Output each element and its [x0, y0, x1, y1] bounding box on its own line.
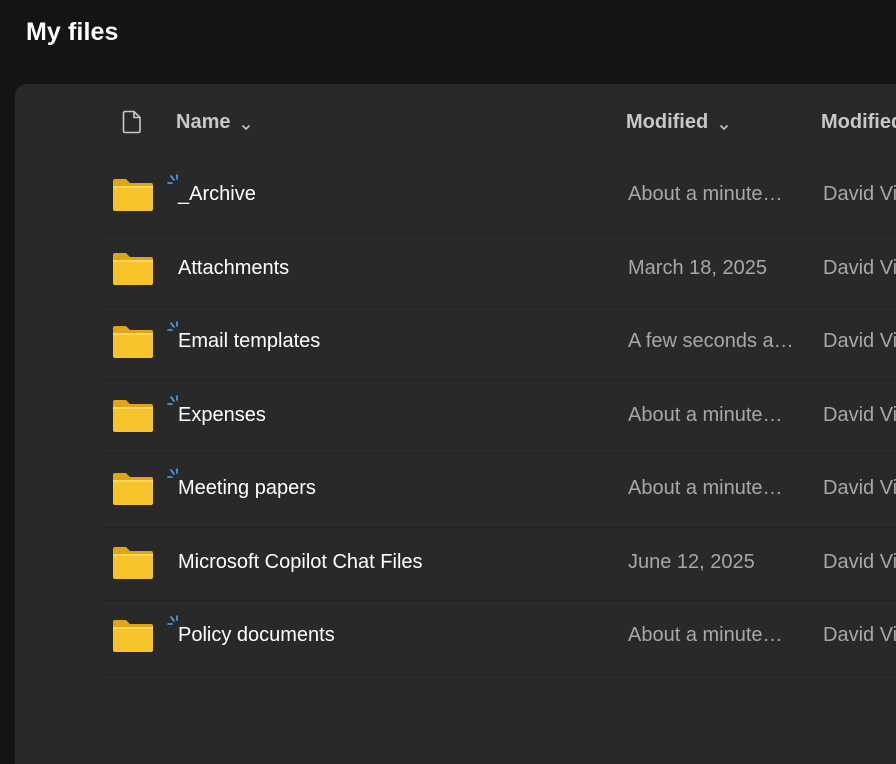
- file-type-icon[interactable]: [121, 110, 143, 134]
- file-name[interactable]: Meeting papers: [178, 477, 316, 500]
- file-row[interactable]: Email templates A few seconds a… David Vi: [105, 307, 896, 381]
- file-modified: June 12, 2025: [628, 550, 755, 573]
- file-row[interactable]: _Archive About a minute… David Vi: [105, 160, 896, 234]
- file-modified-by: David Vi: [823, 624, 896, 646]
- file-name[interactable]: Expenses: [178, 404, 266, 427]
- folder-icon: [111, 325, 155, 359]
- folder-icon: [111, 252, 155, 286]
- file-modified: About a minute…: [628, 624, 783, 646]
- column-header-name-label: Name: [176, 110, 231, 133]
- file-modified-by: David Vi: [823, 403, 896, 426]
- file-list-panel: Name Modified Modified By _Archive About …: [15, 84, 896, 764]
- file-modified-by: David Vi: [823, 330, 896, 352]
- file-modified: About a minute…: [628, 403, 783, 426]
- column-header-modified[interactable]: Modified: [626, 110, 730, 134]
- column-header-name[interactable]: Name: [176, 110, 252, 134]
- column-header-modified-by[interactable]: Modified By: [821, 110, 896, 134]
- file-row[interactable]: Expenses About a minute… David Vi: [105, 381, 896, 454]
- file-modified-by: David Vi: [823, 183, 896, 205]
- file-modified-by: David Vi: [823, 256, 896, 279]
- page-title: My files: [26, 18, 119, 46]
- folder-icon: [111, 619, 155, 653]
- file-name[interactable]: Policy documents: [178, 624, 335, 647]
- column-header-modified-label: Modified: [626, 110, 709, 133]
- chevron-down-icon: [718, 116, 730, 131]
- file-name[interactable]: Microsoft Copilot Chat Files: [178, 551, 423, 574]
- file-row[interactable]: Policy documents About a minute… David Vi: [105, 601, 896, 675]
- file-modified: About a minute…: [628, 183, 783, 205]
- file-modified: March 18, 2025: [628, 256, 767, 279]
- folder-icon: [111, 178, 155, 212]
- file-row[interactable]: Microsoft Copilot Chat Files June 12, 202…: [105, 528, 896, 601]
- file-modified: About a minute…: [628, 477, 783, 499]
- chevron-down-icon: [240, 116, 252, 131]
- column-header-row: Name Modified Modified By: [15, 84, 896, 160]
- file-name[interactable]: Email templates: [178, 330, 320, 353]
- file-row[interactable]: Meeting papers About a minute… David Vi: [105, 454, 896, 528]
- file-modified: A few seconds a…: [628, 330, 794, 352]
- file-modified-by: David Vi: [823, 477, 896, 499]
- file-modified-by: David Vi: [823, 550, 896, 573]
- file-name[interactable]: Attachments: [178, 257, 289, 280]
- folder-icon: [111, 546, 155, 580]
- file-row[interactable]: Attachments March 18, 2025 David Vi: [105, 234, 896, 307]
- folder-icon: [111, 472, 155, 506]
- folder-icon: [111, 399, 155, 433]
- file-name[interactable]: _Archive: [178, 183, 256, 206]
- column-header-modified-by-label: Modified By: [821, 110, 896, 133]
